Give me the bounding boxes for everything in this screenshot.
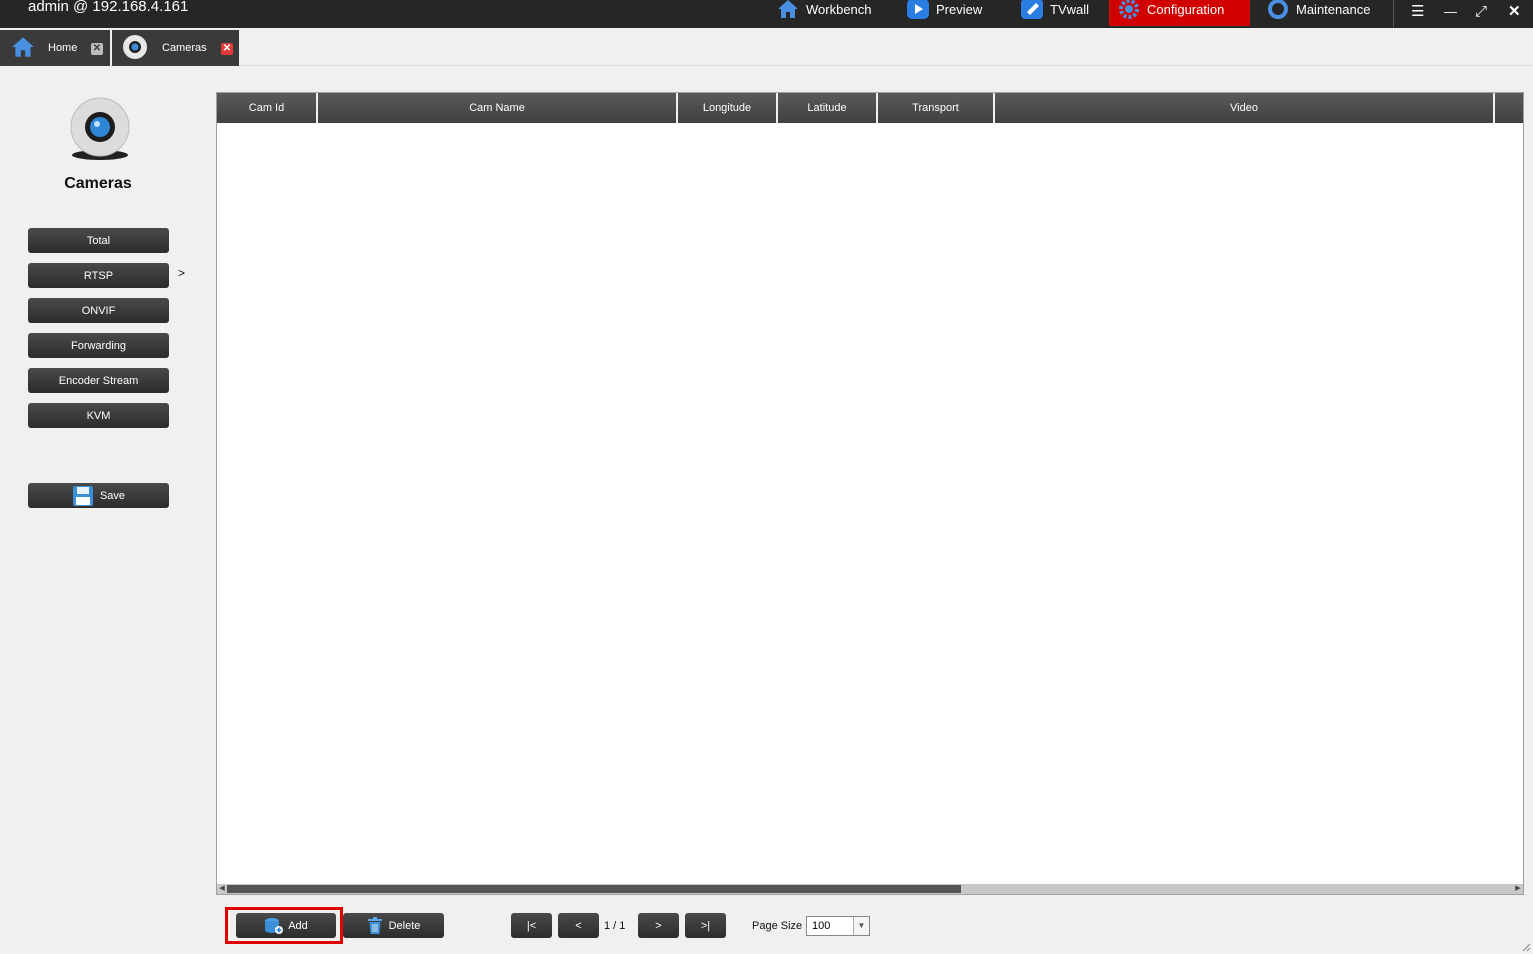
camera-table[interactable]: Cam Id Cam Name Longitude Latitude Trans… (216, 92, 1524, 895)
nav-label: Preview (936, 1, 983, 17)
user-host-label: admin @ 192.168.4.161 (28, 0, 189, 15)
page-size-select[interactable]: 100 ▼ (806, 916, 870, 936)
tab-bar: Home ✕ Cameras ✕ (0, 28, 1533, 66)
webcam-icon (70, 97, 130, 160)
column-header-latitude[interactable]: Latitude (778, 93, 878, 123)
horizontal-scrollbar[interactable]: ◀ ▶ (217, 884, 1523, 894)
sidebar-item-forwarding[interactable]: Forwarding (28, 333, 169, 358)
sidebar-item-rtsp[interactable]: RTSP (28, 263, 169, 288)
nav-label: Maintenance (1296, 1, 1371, 17)
chevron-down-icon[interactable]: ▼ (853, 917, 869, 935)
nav-configuration[interactable]: Configuration (1109, 0, 1250, 26)
scroll-right-icon[interactable]: ▶ (1513, 884, 1523, 894)
column-header-transport[interactable]: Transport (878, 93, 995, 123)
page-size-value: 100 (812, 920, 831, 932)
divider (1393, 0, 1394, 28)
add-label: Add (288, 919, 308, 932)
save-label: Save (99, 489, 126, 502)
wrench-icon (1021, 0, 1043, 19)
delete-button[interactable]: Delete (343, 913, 444, 938)
last-page-button[interactable]: >| (685, 913, 726, 938)
page-title: Cameras (64, 175, 132, 192)
minimize-icon[interactable]: — (1444, 0, 1457, 24)
column-header-extra (1495, 93, 1523, 123)
title-bar: admin @ 192.168.4.161 Workbench Preview … (0, 0, 1533, 28)
column-header-cam-name[interactable]: Cam Name (318, 93, 678, 123)
save-button[interactable]: Save (28, 483, 169, 508)
first-page-button[interactable]: |< (511, 913, 552, 938)
page-size-label: Page Size (752, 920, 803, 932)
ring-icon (1268, 0, 1288, 19)
tab-home[interactable]: Home ✕ (0, 30, 110, 66)
tab-label: Home (48, 42, 78, 54)
resize-grip-icon[interactable] (1521, 942, 1531, 952)
webcam-icon (123, 35, 147, 59)
previous-page-button[interactable]: < (558, 913, 599, 938)
tab-cameras[interactable]: Cameras ✕ (112, 30, 239, 66)
close-icon[interactable]: ✕ (1508, 0, 1521, 24)
sidebar-item-total[interactable]: Total (28, 228, 169, 253)
nav-label: Configuration (1147, 1, 1225, 17)
nav-workbench[interactable]: Workbench (768, 0, 880, 26)
sidebar-item-encoder-stream[interactable]: Encoder Stream (28, 368, 169, 393)
next-page-button[interactable]: > (638, 913, 679, 938)
close-icon[interactable]: ✕ (221, 43, 233, 55)
nav-label: Workbench (806, 1, 872, 17)
nav-tvwall[interactable]: TVwall (1012, 0, 1097, 26)
close-icon[interactable]: ✕ (91, 43, 103, 55)
scrollbar-thumb[interactable] (227, 885, 961, 893)
home-icon (12, 37, 34, 57)
menu-icon[interactable]: ☰ (1411, 0, 1424, 24)
home-icon (778, 0, 798, 18)
sidebar-item-kvm[interactable]: KVM (28, 403, 169, 428)
scroll-left-icon[interactable]: ◀ (217, 884, 227, 894)
nav-preview[interactable]: Preview (898, 0, 990, 26)
table-header: Cam Id Cam Name Longitude Latitude Trans… (217, 93, 1523, 123)
tab-label: Cameras (162, 42, 207, 54)
nav-maintenance[interactable]: Maintenance (1258, 0, 1378, 26)
gear-icon (1119, 0, 1139, 19)
maximize-icon[interactable]: ⤢ (1475, 0, 1487, 24)
nav-label: TVwall (1050, 1, 1090, 17)
page-indicator: 1 / 1 (604, 920, 626, 932)
database-add-icon (265, 917, 284, 934)
add-button[interactable]: Add (236, 913, 336, 938)
sidebar-item-onvif[interactable]: ONVIF (28, 298, 169, 323)
column-header-cam-id[interactable]: Cam Id (217, 93, 318, 123)
trash-icon (367, 916, 382, 934)
play-icon (907, 0, 929, 19)
floppy-icon (72, 485, 93, 506)
column-header-video[interactable]: Video (995, 93, 1495, 123)
delete-label: Delete (388, 919, 421, 932)
selected-marker: > (178, 266, 186, 280)
column-header-longitude[interactable]: Longitude (678, 93, 778, 123)
